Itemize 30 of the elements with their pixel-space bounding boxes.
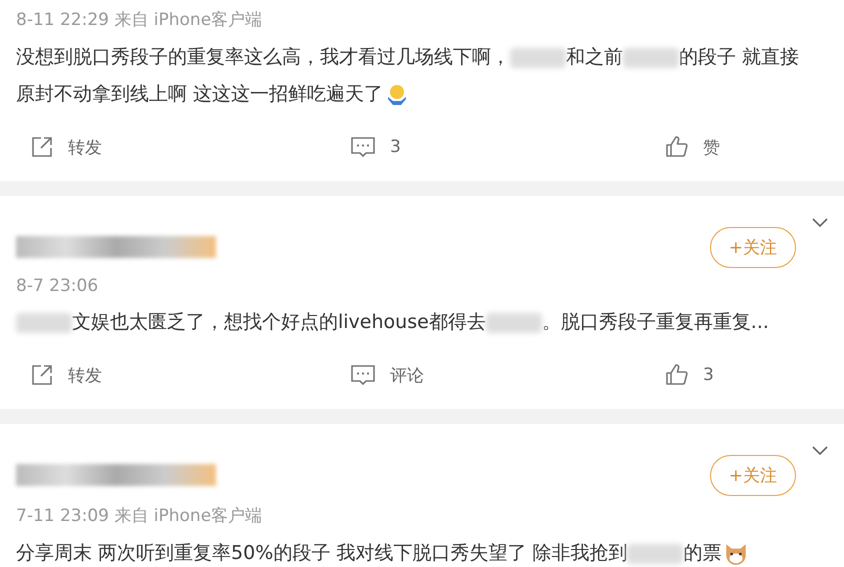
post-text: 分享周末 两次听到重复率50%的段子 我对线下脱口秀失望了 除非我抢到 bbox=[16, 541, 628, 566]
blurred-text bbox=[627, 544, 684, 564]
post-text: 文娱也太匮乏了，想找个好点的livehouse都得去 bbox=[72, 310, 486, 335]
post-meta: 8-7 23:06 bbox=[16, 276, 100, 296]
comment-icon[interactable] bbox=[350, 363, 376, 387]
post-text: 和之前 bbox=[566, 45, 623, 70]
post-text: 的段子 就直接 bbox=[679, 45, 800, 70]
post-text: 的票 bbox=[683, 541, 722, 566]
action-label[interactable]: 3 bbox=[703, 365, 714, 385]
blurred-text bbox=[510, 48, 566, 68]
blurred-text bbox=[623, 48, 679, 68]
post-text: 。脱口秀段子重复再重复... bbox=[542, 310, 769, 335]
post-text: 没想到脱口秀段子的重复率这么高，我才看过几场线下啊， bbox=[16, 45, 510, 70]
action-label[interactable]: 转发 bbox=[68, 364, 102, 386]
action-label[interactable]: 评论 bbox=[390, 364, 424, 386]
blurred-text bbox=[16, 312, 72, 332]
post-meta: 8-11 22:29 来自 iPhone客户端 bbox=[16, 9, 264, 31]
action-label[interactable]: 赞 bbox=[703, 136, 720, 158]
share-icon[interactable] bbox=[30, 363, 54, 387]
chevron-down-icon[interactable] bbox=[812, 218, 828, 228]
action-label[interactable]: 3 bbox=[390, 137, 401, 157]
chevron-down-icon[interactable] bbox=[812, 446, 828, 456]
post-meta: 7-11 23:09 来自 iPhone客户端 bbox=[16, 505, 264, 527]
thumbs-up-icon[interactable] bbox=[665, 363, 689, 387]
action-label[interactable]: 转发 bbox=[68, 136, 102, 158]
comment-icon[interactable] bbox=[350, 135, 376, 159]
blurred-text bbox=[486, 312, 542, 332]
post-text: 原封不动拿到线上啊 这这这一招鲜吃遍天了 bbox=[16, 82, 384, 107]
share-icon[interactable] bbox=[30, 135, 54, 159]
thumbs-up-icon[interactable] bbox=[665, 135, 689, 159]
